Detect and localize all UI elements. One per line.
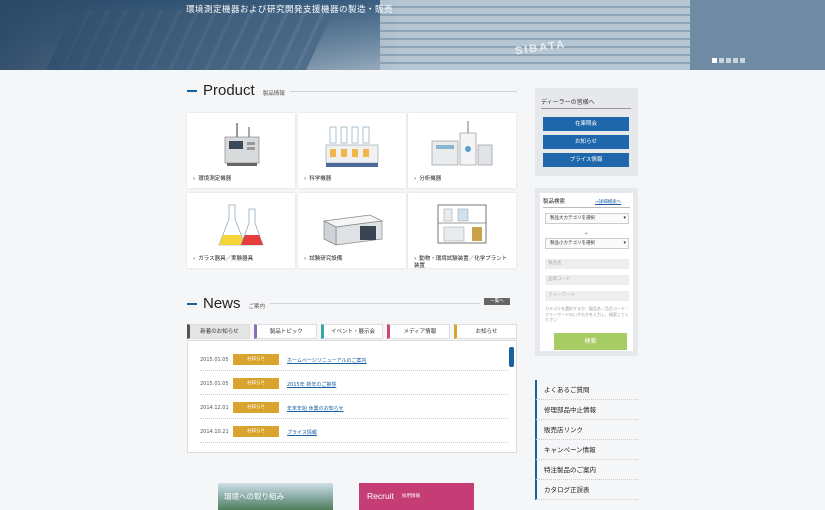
product-subtitle: 製品情報 — [262, 91, 285, 97]
sidebar-links: よくあるご質問 修理部品中止情報 販売店リンク キャンペーン情報 特注製品のご案… — [535, 380, 638, 500]
product-label: 分析機器 — [414, 176, 441, 183]
recruit-banner-subtitle: 採用情報 — [402, 494, 420, 499]
slider-dot[interactable] — [733, 58, 738, 63]
tab-notices[interactable]: お知らせ — [454, 324, 517, 339]
product-heading: Product 製品情報 — [187, 82, 285, 99]
plus-icon: + — [584, 231, 589, 237]
product-title: Product — [203, 82, 255, 99]
hero-tagline: 環境測定機器および研究開発支援機器の製造・販売 — [186, 5, 394, 15]
dealer-divider — [541, 108, 631, 109]
product-card-science[interactable]: 科学機器 — [298, 113, 406, 188]
slider-dots — [712, 58, 745, 63]
heading-accent-bar — [187, 302, 197, 305]
search-note: カテゴリを選択するか、製品名／品目コード／フリーワードのいずれかを入力し、検索し… — [545, 306, 629, 322]
recruit-banner[interactable]: Recruit 採用情報 — [359, 483, 474, 510]
hero-building-center — [380, 0, 700, 70]
news-tabs: 新着のお知らせ 製品トピック イベント・展示会 メディア情報 お知らせ — [187, 324, 517, 340]
stock-inquiry-button[interactable]: 在庫照会 — [543, 117, 629, 131]
dealer-panel: ディーラーの皆様へ 在庫照会 お知らせ プライス情報 — [535, 88, 638, 176]
free-word-input[interactable]: フリーワード — [545, 291, 629, 301]
environment-analyzer-icon — [224, 123, 260, 166]
news-heading-rule — [270, 303, 480, 304]
tab-new[interactable]: 新着のお知らせ — [187, 324, 250, 339]
item-code-input[interactable]: 品目コード — [545, 275, 629, 285]
slider-dot[interactable] — [712, 58, 717, 63]
news-link[interactable]: ホームページリニューアルのご案内 — [287, 357, 367, 364]
plant-equipment-icon — [437, 204, 487, 244]
dealer-notice-button[interactable]: お知らせ — [543, 135, 629, 149]
news-link[interactable]: 年末年始 休業のお知らせ — [287, 405, 344, 412]
news-more-button[interactable]: 一覧へ — [484, 298, 510, 305]
news-badge: お知らせ — [233, 402, 279, 413]
product-label: 動物・環境試験装置／化学プラント装置 — [414, 256, 510, 270]
news-date: 2014.10.21 — [200, 429, 229, 435]
search-heading: 製品検索 — [543, 199, 566, 205]
recruit-banner-title: Recruit — [367, 491, 394, 501]
tab-events[interactable]: イベント・展示会 — [320, 324, 384, 339]
product-label: 試験研究設備 — [304, 256, 342, 263]
sidebar-link-catalog-errata[interactable]: カタログ正誤表 — [535, 480, 638, 500]
news-badge: お知らせ — [233, 378, 279, 389]
sidebar-link-custom[interactable]: 特注製品のご案内 — [535, 460, 638, 480]
lab-bench-icon — [322, 214, 384, 246]
sidebar-link-repair-parts[interactable]: 修理部品中止情報 — [535, 400, 638, 420]
news-link[interactable]: 2015年 新年のご挨拶 — [287, 381, 336, 388]
news-scrollbar[interactable] — [509, 347, 514, 367]
news-date: 2015.01.05 — [200, 381, 229, 387]
environment-banner-label: 環境への取り組み — [224, 492, 284, 501]
search-form: 製品検索 →詳細検索へ 製品大カテゴリを選択 + 製品小カテゴリを選択 製品名 … — [540, 193, 633, 351]
news-badge: お知らせ — [233, 354, 279, 365]
sidebar-link-dealers[interactable]: 販売店リンク — [535, 420, 638, 440]
news-badge: お知らせ — [233, 426, 279, 437]
search-button[interactable]: 検索 — [554, 333, 627, 350]
product-card-glassware[interactable]: ガラス器具／実験器具 — [187, 193, 295, 268]
news-date: 2015.01.05 — [200, 357, 229, 363]
news-subtitle: ご案内 — [248, 304, 266, 310]
news-title: News — [203, 295, 241, 312]
analysis-system-icon — [431, 121, 493, 166]
lab-apparatus-icon — [325, 126, 379, 167]
product-card-environment[interactable]: 環境測定機器 — [187, 113, 295, 188]
hero-building-right — [690, 0, 825, 70]
news-row: 2015.01.05 お知らせ 2015年 新年のご挨拶 — [200, 371, 508, 395]
news-link[interactable]: プライス情報 — [287, 429, 317, 436]
product-card-analysis[interactable]: 分析機器 — [408, 113, 516, 188]
slider-dot[interactable] — [740, 58, 745, 63]
price-info-button[interactable]: プライス情報 — [543, 153, 629, 167]
tab-product-topics[interactable]: 製品トピック — [253, 324, 317, 339]
product-label: 環境測定機器 — [193, 176, 231, 183]
major-category-select[interactable]: 製品大カテゴリを選択 — [545, 213, 629, 224]
news-row: 2015.01.05 お知らせ ホームページリニューアルのご案内 — [200, 347, 508, 371]
product-label: 科学機器 — [304, 176, 331, 183]
slider-dot[interactable] — [726, 58, 731, 63]
dealer-heading: ディーラーの皆様へ — [541, 99, 595, 106]
product-card-plant[interactable]: 動物・環境試験装置／化学プラント装置 — [408, 193, 516, 270]
sidebar-link-faq[interactable]: よくあるご質問 — [535, 380, 638, 400]
glass-flasks-icon — [218, 204, 264, 246]
search-divider — [543, 207, 630, 208]
detail-search-link[interactable]: →詳細検索へ — [595, 199, 621, 205]
news-date: 2014.12.01 — [200, 405, 229, 411]
news-row: 2014.12.01 お知らせ 年末年始 休業のお知らせ — [200, 395, 508, 419]
heading-accent-bar — [187, 89, 197, 92]
product-heading-rule — [290, 91, 517, 92]
product-card-facility[interactable]: 試験研究設備 — [298, 193, 406, 268]
hero-banner: 環境測定機器および研究開発支援機器の製造・販売 SIBATA — [0, 0, 825, 70]
news-list: 2015.01.05 お知らせ ホームページリニューアルのご案内 2015.01… — [187, 340, 517, 453]
slider-dot[interactable] — [719, 58, 724, 63]
tab-media[interactable]: メディア情報 — [387, 324, 451, 339]
sidebar-link-campaign[interactable]: キャンペーン情報 — [535, 440, 638, 460]
product-label: ガラス器具／実験器具 — [193, 256, 253, 263]
environment-banner[interactable]: 環境への取り組み — [218, 483, 333, 510]
news-row: 2014.10.21 お知らせ プライス情報 — [200, 419, 508, 443]
product-search-panel: 製品検索 →詳細検索へ 製品大カテゴリを選択 + 製品小カテゴリを選択 製品名 … — [535, 188, 638, 356]
news-heading: News ご案内 — [187, 295, 265, 312]
product-name-input[interactable]: 製品名 — [545, 259, 629, 269]
minor-category-select[interactable]: 製品小カテゴリを選択 — [545, 238, 629, 249]
